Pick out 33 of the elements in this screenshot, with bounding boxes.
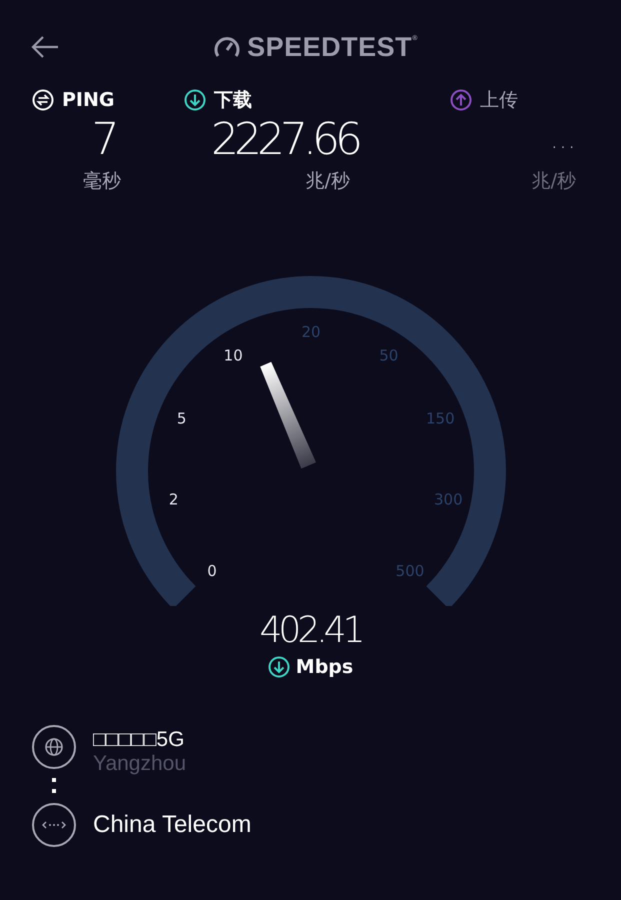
gauge-tick-label: 2 xyxy=(168,490,178,508)
server-location: Yangzhou xyxy=(93,752,186,776)
network-icon[interactable] xyxy=(31,802,77,848)
stat-label: PING xyxy=(62,89,114,111)
stat-value: 2227.66 xyxy=(211,114,358,166)
gauge-tick-label: 50 xyxy=(378,346,398,365)
gauge-tick-label: 300 xyxy=(434,490,462,508)
speedometer-icon xyxy=(213,35,242,59)
stat-value: … xyxy=(550,124,576,157)
gauge-tick-label: 150 xyxy=(426,409,454,428)
connector-dots xyxy=(52,778,56,794)
server-name: □□□□□5G xyxy=(93,728,186,752)
back-arrow-icon[interactable] xyxy=(30,35,60,59)
upload-icon xyxy=(450,89,472,111)
isp-name: China Telecom xyxy=(93,811,252,839)
download-icon xyxy=(268,656,290,678)
globe-icon[interactable] xyxy=(31,724,77,770)
gauge-tick-label: 20 xyxy=(300,323,320,341)
gauge-tick-label: 10 xyxy=(223,346,242,365)
gauge-tick-label: 0 xyxy=(206,562,216,580)
ping-icon xyxy=(32,89,54,111)
app-title: SPEEDTEST$^{®}$ xyxy=(247,32,418,62)
gauge-tick-label: 500 xyxy=(395,562,424,580)
speed-reading: 402.41 xyxy=(260,610,362,652)
stat-label: 下载 xyxy=(214,88,252,113)
speed-unit: Mbps xyxy=(296,656,354,678)
stat-unit: 兆/秒 xyxy=(532,169,576,194)
gauge-tick-label: 5 xyxy=(176,409,186,428)
download-icon xyxy=(184,89,206,111)
stat-label: 上传 xyxy=(480,88,518,113)
stat-unit: 兆/秒 xyxy=(306,169,350,194)
stat-unit: 毫秒 xyxy=(83,169,121,194)
stat-value: 7 xyxy=(92,114,114,166)
